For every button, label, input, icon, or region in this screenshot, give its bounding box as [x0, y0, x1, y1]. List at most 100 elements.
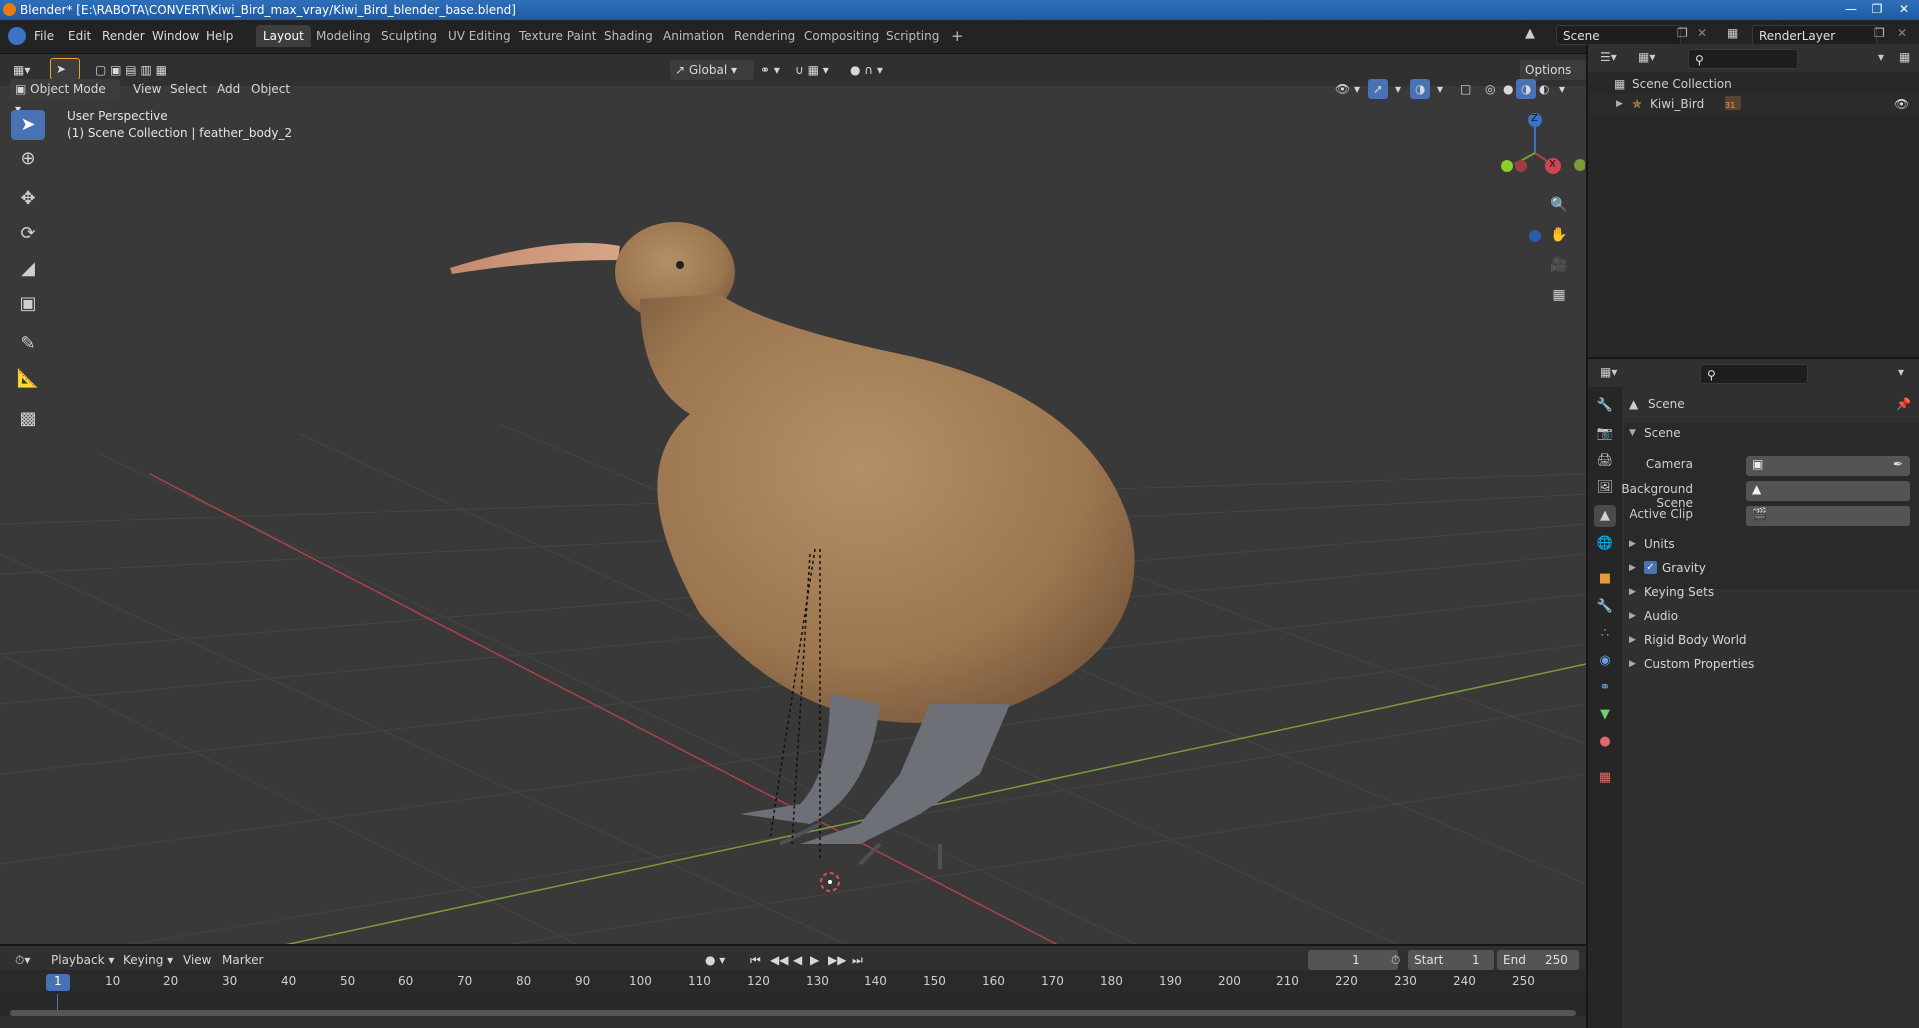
- rotate-tool-icon[interactable]: ⟳: [11, 219, 45, 249]
- end-frame-field[interactable]: End 250: [1497, 950, 1579, 970]
- 3d-cursor[interactable]: [820, 872, 840, 892]
- view-layer-icon[interactable]: ▦: [1727, 26, 1738, 40]
- orthographic-grid-icon[interactable]: ▦: [1546, 282, 1572, 308]
- marker-menu[interactable]: Marker: [217, 950, 268, 970]
- keying-menu[interactable]: Keying ▾: [118, 950, 178, 970]
- outliner-row-scene-collection[interactable]: ▦ Scene Collection: [1588, 74, 1919, 94]
- options-dropdown[interactable]: Options ▾: [1520, 60, 1586, 97]
- workspace-tab-shading[interactable]: Shading: [597, 25, 660, 47]
- proportional-edit-icon[interactable]: ● ∩ ▾: [845, 60, 888, 80]
- auto-keying-icon[interactable]: ● ▾: [700, 950, 730, 970]
- cursor-tool-icon[interactable]: ⊕: [11, 144, 45, 174]
- workspace-tab-modeling[interactable]: Modeling: [309, 25, 378, 47]
- rigid-body-world-panel[interactable]: ▶ Rigid Body World: [1629, 630, 1917, 650]
- workspace-tab-layout[interactable]: Layout: [256, 25, 311, 47]
- pin-icon[interactable]: 📌: [1896, 397, 1911, 411]
- menu-view[interactable]: View: [128, 79, 166, 99]
- scene-name-field[interactable]: Scene: [1556, 25, 1681, 45]
- transform-tool-icon[interactable]: ▣: [11, 289, 45, 319]
- jump-end-icon[interactable]: ⏭: [847, 950, 868, 970]
- preview-range-icon[interactable]: ⏱: [1386, 950, 1405, 970]
- select-tool-icon[interactable]: ➤: [50, 58, 80, 80]
- workspace-tab-uv-editing[interactable]: UV Editing: [441, 25, 518, 47]
- expand-arrow-icon[interactable]: ▶: [1616, 94, 1623, 114]
- modifier-tab-icon[interactable]: 🔧: [1594, 596, 1616, 618]
- menu-window[interactable]: Window: [148, 27, 203, 45]
- background-scene-field[interactable]: ▲: [1746, 481, 1910, 501]
- pan-hand-icon[interactable]: ✋: [1546, 222, 1572, 248]
- kiwi-bird-model[interactable]: [450, 222, 1135, 869]
- timeline-scrollbar[interactable]: [10, 1010, 1576, 1016]
- blender-menu-icon[interactable]: [8, 27, 26, 45]
- new-collection-icon[interactable]: ▦: [1899, 50, 1910, 64]
- camera-field[interactable]: ▣ ✒: [1746, 456, 1910, 476]
- material-tab-icon[interactable]: ●: [1594, 731, 1616, 753]
- select-box-tool-icon[interactable]: ➤: [11, 110, 45, 140]
- visibility-icon[interactable]: 👁 ▾: [1330, 79, 1365, 99]
- timeline-editor-icon[interactable]: ⏱▾: [10, 950, 35, 970]
- properties-editor-icon[interactable]: ▦▾: [1600, 365, 1617, 379]
- workspace-tab-compositing[interactable]: Compositing: [797, 25, 886, 47]
- constraints-tab-icon[interactable]: ⚭: [1594, 677, 1616, 699]
- data-tab-icon[interactable]: ▼: [1594, 704, 1616, 726]
- pivot-point-icon[interactable]: ⚭ ▾: [755, 60, 785, 80]
- start-frame-field[interactable]: Start 1: [1408, 950, 1494, 970]
- editor-type-icon[interactable]: ▦▾: [8, 60, 35, 80]
- menu-render[interactable]: Render: [98, 27, 149, 45]
- tool-tab-icon[interactable]: 🔧: [1594, 395, 1616, 417]
- minimize-button[interactable]: —: [1840, 1, 1862, 18]
- units-panel[interactable]: ▶ Units: [1629, 534, 1917, 554]
- gizmo-dropdown-icon[interactable]: ▾: [1390, 79, 1406, 99]
- visibility-eye-icon[interactable]: 👁: [1894, 94, 1909, 114]
- mode-dropdown[interactable]: ▣ Object Mode ▾: [10, 79, 120, 116]
- scene-panel-title[interactable]: Scene: [1644, 426, 1681, 440]
- properties-options-icon[interactable]: ▾: [1898, 365, 1904, 379]
- move-tool-icon[interactable]: ✥: [11, 184, 45, 214]
- outliner-row-kiwi-bird[interactable]: ▶ ✯ Kiwi_Bird 31 👁: [1588, 94, 1919, 114]
- navigation-gizmo[interactable]: [1495, 109, 1585, 249]
- properties-search-input[interactable]: ⚲: [1700, 364, 1808, 384]
- snap-icon[interactable]: ∪ ▦ ▾: [790, 60, 834, 80]
- mesh-children-badge[interactable]: 31: [1725, 96, 1741, 110]
- workspace-tab-texture-paint[interactable]: Texture Paint: [512, 25, 603, 47]
- menu-add[interactable]: Add: [212, 79, 245, 99]
- 3d-viewport[interactable]: ▦▾ ➤ ▢ ▣ ▤ ▥ ▦ ↗ Global ▾ ⚭ ▾ ∪ ▦ ▾ ● ∩ …: [0, 54, 1586, 946]
- maximize-button[interactable]: ❐: [1866, 1, 1888, 18]
- measure-tool-icon[interactable]: 📐: [11, 364, 45, 394]
- workspace-tab-scripting[interactable]: Scripting: [879, 25, 946, 47]
- timeline-view-menu[interactable]: View: [178, 950, 216, 970]
- xray-icon[interactable]: □: [1455, 79, 1476, 99]
- display-mode-icon[interactable]: ▦▾: [1638, 50, 1655, 64]
- delete-scene-icon[interactable]: ✕: [1697, 26, 1707, 40]
- new-view-layer-icon[interactable]: ❐: [1874, 26, 1885, 40]
- overlays-toggle-icon[interactable]: ◑: [1410, 79, 1431, 99]
- outliner-search-input[interactable]: ⚲: [1688, 49, 1798, 69]
- texture-tab-icon[interactable]: ▦: [1594, 767, 1616, 789]
- eyedropper-icon[interactable]: ✒: [1893, 457, 1903, 471]
- current-frame-field[interactable]: 1: [1308, 950, 1398, 970]
- transform-orientation-dropdown[interactable]: ↗ Global ▾: [670, 60, 754, 80]
- workspace-tab-rendering[interactable]: Rendering: [727, 25, 802, 47]
- workspace-tab-sculpting[interactable]: Sculpting: [374, 25, 444, 47]
- collapse-arrow-icon[interactable]: ▼: [1629, 428, 1636, 438]
- outliner-editor-icon[interactable]: ☰▾: [1600, 50, 1617, 64]
- delete-view-layer-icon[interactable]: ✕: [1897, 26, 1907, 40]
- workspace-tab-animation[interactable]: Animation: [656, 25, 731, 47]
- scene-selector-icon[interactable]: ▲: [1525, 26, 1535, 41]
- menu-file[interactable]: File: [30, 27, 58, 45]
- menu-edit[interactable]: Edit: [64, 27, 95, 45]
- scale-tool-icon[interactable]: ◢: [11, 254, 45, 284]
- rendered-shading-icon[interactable]: ◐: [1534, 79, 1554, 99]
- annotate-tool-icon[interactable]: ✎: [11, 329, 45, 359]
- add-workspace-icon[interactable]: +: [944, 25, 971, 47]
- jump-start-icon[interactable]: ⏮: [745, 950, 766, 970]
- audio-panel[interactable]: ▶ Audio: [1629, 606, 1917, 626]
- playback-menu[interactable]: Playback ▾: [46, 950, 119, 970]
- render-layer-field[interactable]: RenderLayer: [1752, 25, 1877, 45]
- gravity-checkbox[interactable]: ✓: [1644, 561, 1657, 574]
- close-button[interactable]: ✕: [1893, 1, 1915, 18]
- gravity-panel[interactable]: ▶ ✓ Gravity: [1629, 558, 1917, 578]
- particles-tab-icon[interactable]: ∴: [1594, 623, 1616, 645]
- new-scene-icon[interactable]: ❐: [1677, 26, 1688, 40]
- gizmo-toggle-icon[interactable]: ➚: [1368, 79, 1389, 99]
